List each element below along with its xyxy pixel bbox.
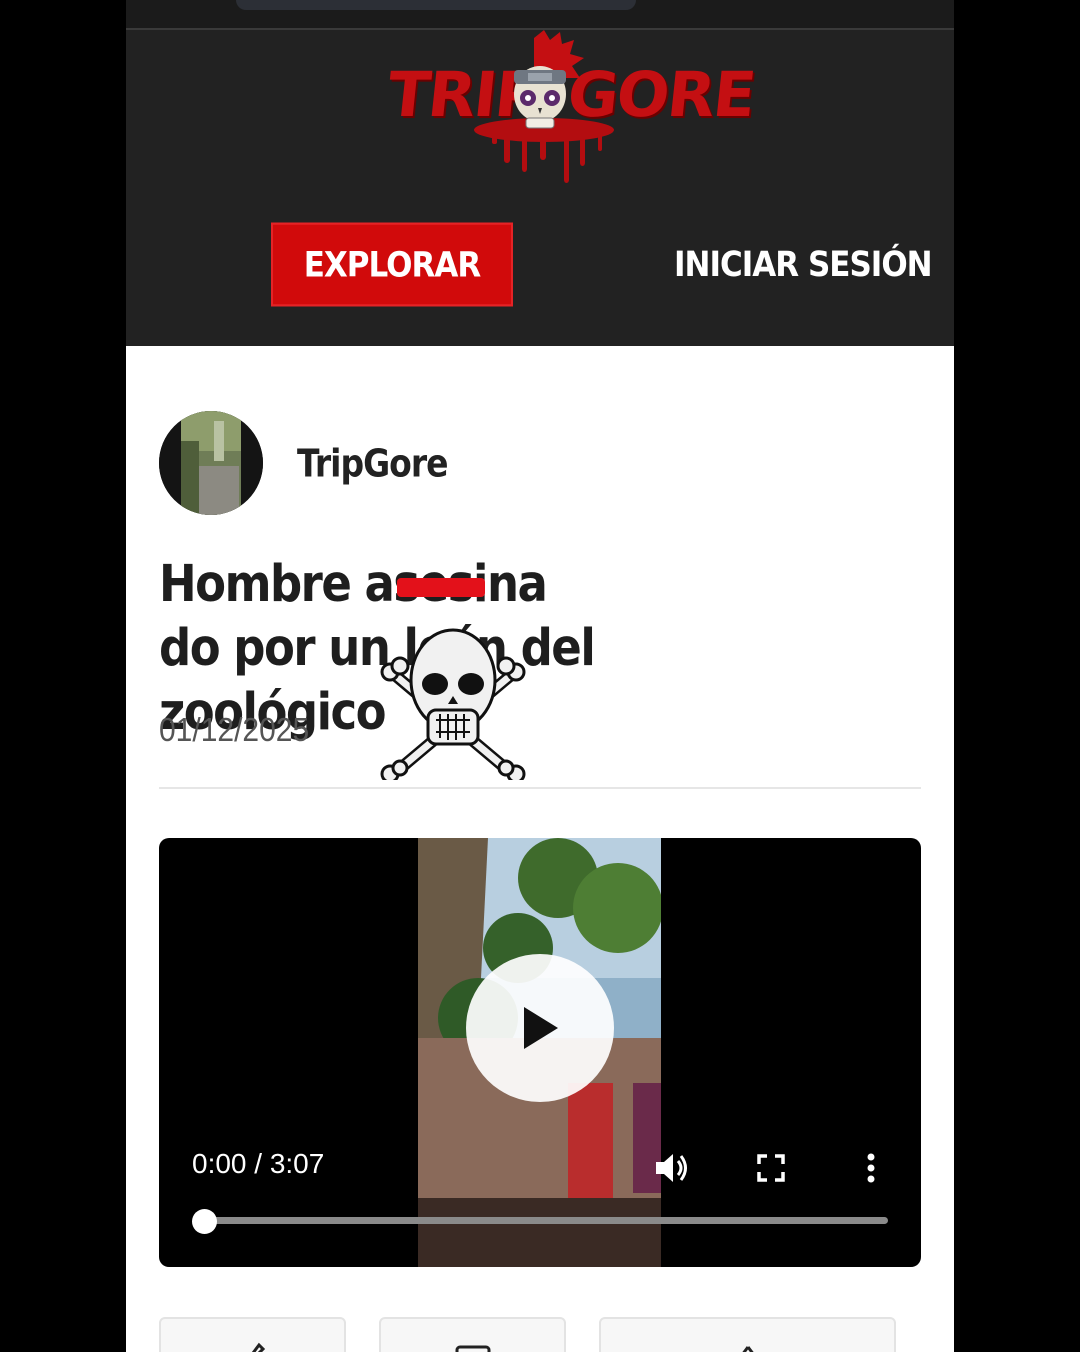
page: TRIP GORE EXPLORAR INICIAR SESIÓN TripGo…: [126, 0, 954, 1352]
site-logo[interactable]: TRIP GORE: [384, 30, 758, 190]
action-button-2[interactable]: [379, 1317, 566, 1352]
logo-text-right: GORE: [564, 58, 758, 131]
author-name[interactable]: TripGore: [297, 441, 449, 486]
censor-bar: [397, 578, 485, 597]
progress-handle[interactable]: [192, 1209, 217, 1234]
share-icon: [741, 1346, 754, 1352]
volume-button[interactable]: [652, 1148, 692, 1188]
fullscreen-icon: [757, 1154, 785, 1182]
window-icon: [455, 1345, 490, 1352]
action-button-3[interactable]: [599, 1317, 896, 1352]
volume-icon: [656, 1154, 687, 1182]
divider: [159, 787, 921, 789]
video-player[interactable]: 0:00 / 3:07: [159, 838, 921, 1267]
pencil-icon: [251, 1342, 265, 1352]
play-button[interactable]: [466, 954, 614, 1102]
login-link[interactable]: INICIAR SESIÓN: [674, 237, 933, 293]
explore-button[interactable]: EXPLORAR: [271, 222, 513, 307]
logo-skull-icon: [514, 66, 566, 129]
avatar-image: [159, 411, 263, 515]
fullscreen-button[interactable]: [751, 1148, 791, 1188]
avatar[interactable]: [159, 411, 263, 515]
author-block: TripGore: [159, 411, 449, 515]
more-vertical-icon: [867, 1153, 875, 1183]
address-bar[interactable]: [236, 0, 636, 10]
more-options-button[interactable]: [851, 1148, 891, 1188]
browser-top-bar: [126, 0, 954, 30]
title-line1-end: do por un león del: [159, 617, 596, 678]
skull-crossbones-icon: [380, 628, 526, 780]
article-date: 01/12/2025: [159, 712, 310, 749]
action-button-1[interactable]: [159, 1317, 346, 1352]
progress-bar[interactable]: [204, 1217, 888, 1224]
play-icon: [524, 1007, 558, 1049]
video-time: 0:00 / 3:07: [192, 1148, 325, 1179]
site-header: TRIP GORE EXPLORAR INICIAR SESIÓN: [126, 30, 954, 346]
